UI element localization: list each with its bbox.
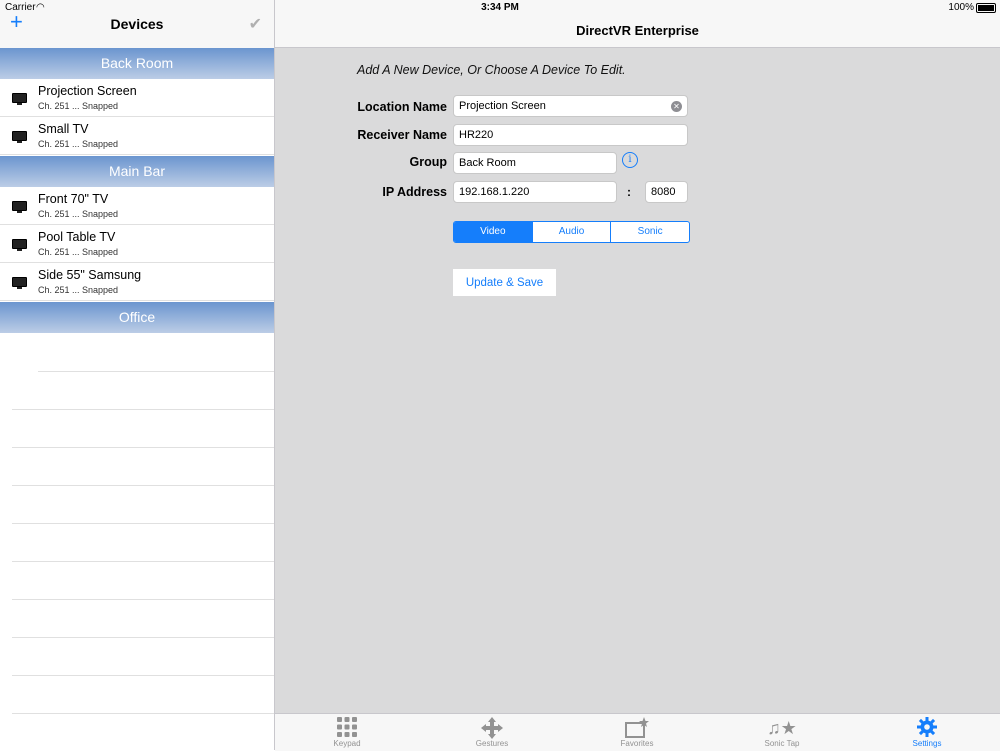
ip-address-input[interactable]	[453, 181, 617, 203]
receiver-name-label: Receiver Name	[357, 128, 447, 142]
device-row-pool-table-tv[interactable]: Pool Table TV Ch. 251 ... Snapped	[0, 225, 274, 263]
device-status: Ch. 251 ... Snapped	[38, 101, 119, 111]
device-status: Ch. 251 ... Snapped	[38, 247, 119, 257]
clear-text-icon[interactable]: ✕	[671, 101, 682, 112]
segment-sonic[interactable]: Sonic	[610, 222, 689, 242]
device-status: Ch. 251 ... Snapped	[38, 139, 119, 149]
group-header-back-room: Back Room	[0, 48, 274, 79]
update-save-button[interactable]: Update & Save	[453, 269, 556, 296]
tv-icon	[12, 201, 27, 213]
move-arrows-icon	[442, 717, 542, 739]
audio-video-segmented-control: Video Audio Sonic	[453, 221, 690, 243]
gear-icon	[877, 717, 977, 739]
segment-video[interactable]: Video	[454, 222, 532, 242]
tab-label: Gestures	[475, 739, 509, 748]
table-separator	[12, 637, 274, 638]
port-input[interactable]	[645, 181, 688, 203]
device-name: Projection Screen	[38, 84, 137, 98]
table-separator	[38, 371, 274, 372]
keypad-grid-icon	[297, 717, 397, 739]
app-title: DirectVR Enterprise	[576, 23, 699, 38]
battery-percent: 100%	[948, 2, 974, 13]
group-header-office: Office	[0, 302, 274, 333]
info-icon[interactable]: i	[622, 152, 638, 168]
device-row-small-tv[interactable]: Small TV Ch. 251 ... Snapped	[0, 117, 274, 155]
tab-label: Favorites	[620, 739, 654, 748]
tab-gestures[interactable]: Gestures	[442, 714, 542, 751]
favorites-star-icon	[587, 717, 687, 739]
location-name-input[interactable]	[453, 95, 688, 117]
clock: 3:34 PM	[481, 2, 519, 13]
device-name: Small TV	[38, 122, 89, 136]
form-instructions: Add A New Device, Or Choose A Device To …	[357, 63, 626, 77]
tab-label: Sonic Tap	[764, 739, 800, 748]
tv-icon	[12, 277, 27, 289]
ip-address-label: IP Address	[382, 185, 447, 199]
table-separator	[12, 713, 274, 714]
port-separator: :	[627, 185, 631, 199]
tab-sonic-tap[interactable]: ♫★ Sonic Tap	[732, 714, 832, 751]
segment-audio[interactable]: Audio	[531, 222, 611, 242]
battery-icon	[976, 3, 996, 13]
devices-title: Devices	[110, 16, 164, 32]
group-label: Group	[409, 155, 448, 169]
tv-icon	[12, 131, 27, 143]
table-separator	[12, 409, 274, 410]
device-name: Pool Table TV	[38, 230, 116, 244]
receiver-name-input[interactable]	[453, 124, 688, 146]
tab-label: Keypad	[333, 739, 361, 748]
device-name: Side 55" Samsung	[38, 268, 142, 282]
device-row-side-55-samsung[interactable]: Side 55" Samsung Ch. 251 ... Snapped	[0, 263, 274, 301]
device-row-projection-screen[interactable]: Projection Screen Ch. 251 ... Snapped	[0, 79, 274, 117]
table-separator	[12, 447, 274, 448]
table-separator	[12, 523, 274, 524]
tab-settings[interactable]: Settings	[877, 714, 977, 751]
tv-icon	[12, 239, 27, 251]
group-header-main-bar: Main Bar	[0, 156, 274, 187]
location-name-label: Location Name	[357, 100, 447, 114]
table-separator	[12, 675, 274, 676]
device-status: Ch. 251 ... Snapped	[38, 285, 119, 295]
tab-bar: Keypad Gestures Favorites ♫★ Sonic Tap S…	[275, 713, 1000, 751]
checkmark-icon[interactable]: ✔	[249, 14, 262, 34]
tab-keypad[interactable]: Keypad	[297, 714, 397, 751]
devices-pane: + Devices ✔ Back Room Projection Screen …	[0, 0, 275, 750]
table-separator	[12, 599, 274, 600]
tv-icon	[12, 93, 27, 105]
device-status: Ch. 251 ... Snapped	[38, 209, 119, 219]
detail-pane: DirectVR Enterprise Add A New Device, Or…	[275, 0, 1000, 751]
table-separator	[12, 561, 274, 562]
group-input[interactable]	[453, 152, 617, 174]
tab-favorites[interactable]: Favorites	[587, 714, 687, 751]
device-name: Front 70" TV	[38, 192, 109, 206]
table-separator	[12, 485, 274, 486]
tab-label: Settings	[912, 739, 942, 748]
device-row-front-70-tv[interactable]: Front 70" TV Ch. 251 ... Snapped	[0, 187, 274, 225]
music-note-star-icon: ♫★	[767, 718, 797, 738]
status-bar: Carrier ◠ 3:34 PM 100%	[0, 0, 1000, 16]
